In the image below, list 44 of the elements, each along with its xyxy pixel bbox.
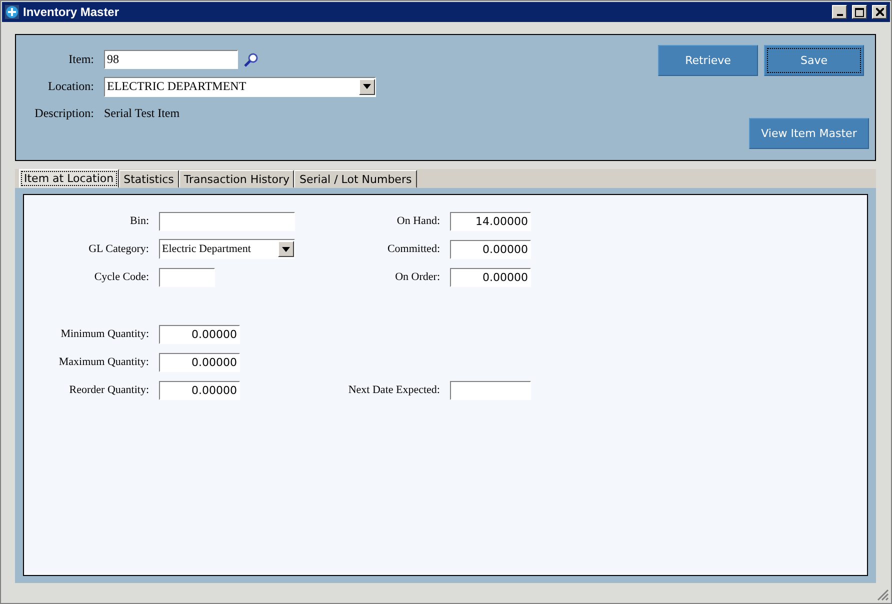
- description-text: Serial Test Item: [104, 105, 181, 122]
- input-field[interactable]: 0.00000: [159, 324, 240, 344]
- field-label: GL Category:: [88, 242, 149, 257]
- caret-icon: [363, 84, 371, 89]
- field-label: Committed:: [386, 242, 440, 257]
- input-field[interactable]: 0.00000: [159, 352, 240, 372]
- field-label: Next Date Expected:: [347, 383, 440, 398]
- maximize-button[interactable]: [852, 5, 867, 19]
- tab[interactable]: Serial / Lot Numbers: [294, 170, 417, 188]
- action-button[interactable]: Save: [764, 45, 864, 76]
- field-label: On Hand:: [396, 214, 440, 229]
- tab[interactable]: Transaction History: [178, 170, 294, 188]
- caret-icon: [282, 246, 290, 252]
- resize-grip-icon[interactable]: [877, 589, 889, 601]
- input-field[interactable]: 0.00000: [450, 268, 531, 286]
- view-item-master-button[interactable]: View Item Master: [749, 118, 869, 149]
- close-button[interactable]: [872, 5, 887, 19]
- input-field[interactable]: 0.00000: [159, 380, 240, 400]
- field-label: On Order:: [394, 270, 440, 285]
- window-title: Inventory Master: [23, 5, 120, 19]
- input-field[interactable]: [159, 212, 295, 230]
- field-label: Item:: [68, 51, 94, 68]
- input-field[interactable]: [450, 380, 531, 400]
- close-icon: [876, 8, 884, 16]
- minimize-button[interactable]: [832, 5, 847, 19]
- field-label: Cycle Code:: [93, 270, 149, 285]
- maximize-icon: [855, 8, 864, 16]
- field-label: Minimum Quantity:: [60, 327, 149, 342]
- field-label: Location:: [47, 78, 94, 95]
- dropdown[interactable]: Electric Department: [159, 239, 295, 259]
- app-icon: [5, 5, 19, 19]
- field-label: Bin:: [129, 214, 149, 229]
- action-button[interactable]: Retrieve: [658, 45, 758, 76]
- input-field[interactable]: 98: [104, 50, 238, 69]
- input-field[interactable]: [159, 268, 215, 286]
- field-label: Reorder Quantity:: [68, 383, 149, 398]
- input-field[interactable]: 0.00000: [450, 240, 531, 258]
- field-label: Description:: [34, 105, 94, 122]
- search-icon[interactable]: [244, 52, 258, 66]
- tab[interactable]: Statistics: [118, 170, 179, 188]
- input-field[interactable]: 14.00000: [450, 212, 531, 230]
- field-label: Maximum Quantity:: [58, 355, 149, 370]
- tab[interactable]: Item at Location: [19, 169, 119, 188]
- dropdown[interactable]: ELECTRIC DEPARTMENT: [104, 76, 376, 96]
